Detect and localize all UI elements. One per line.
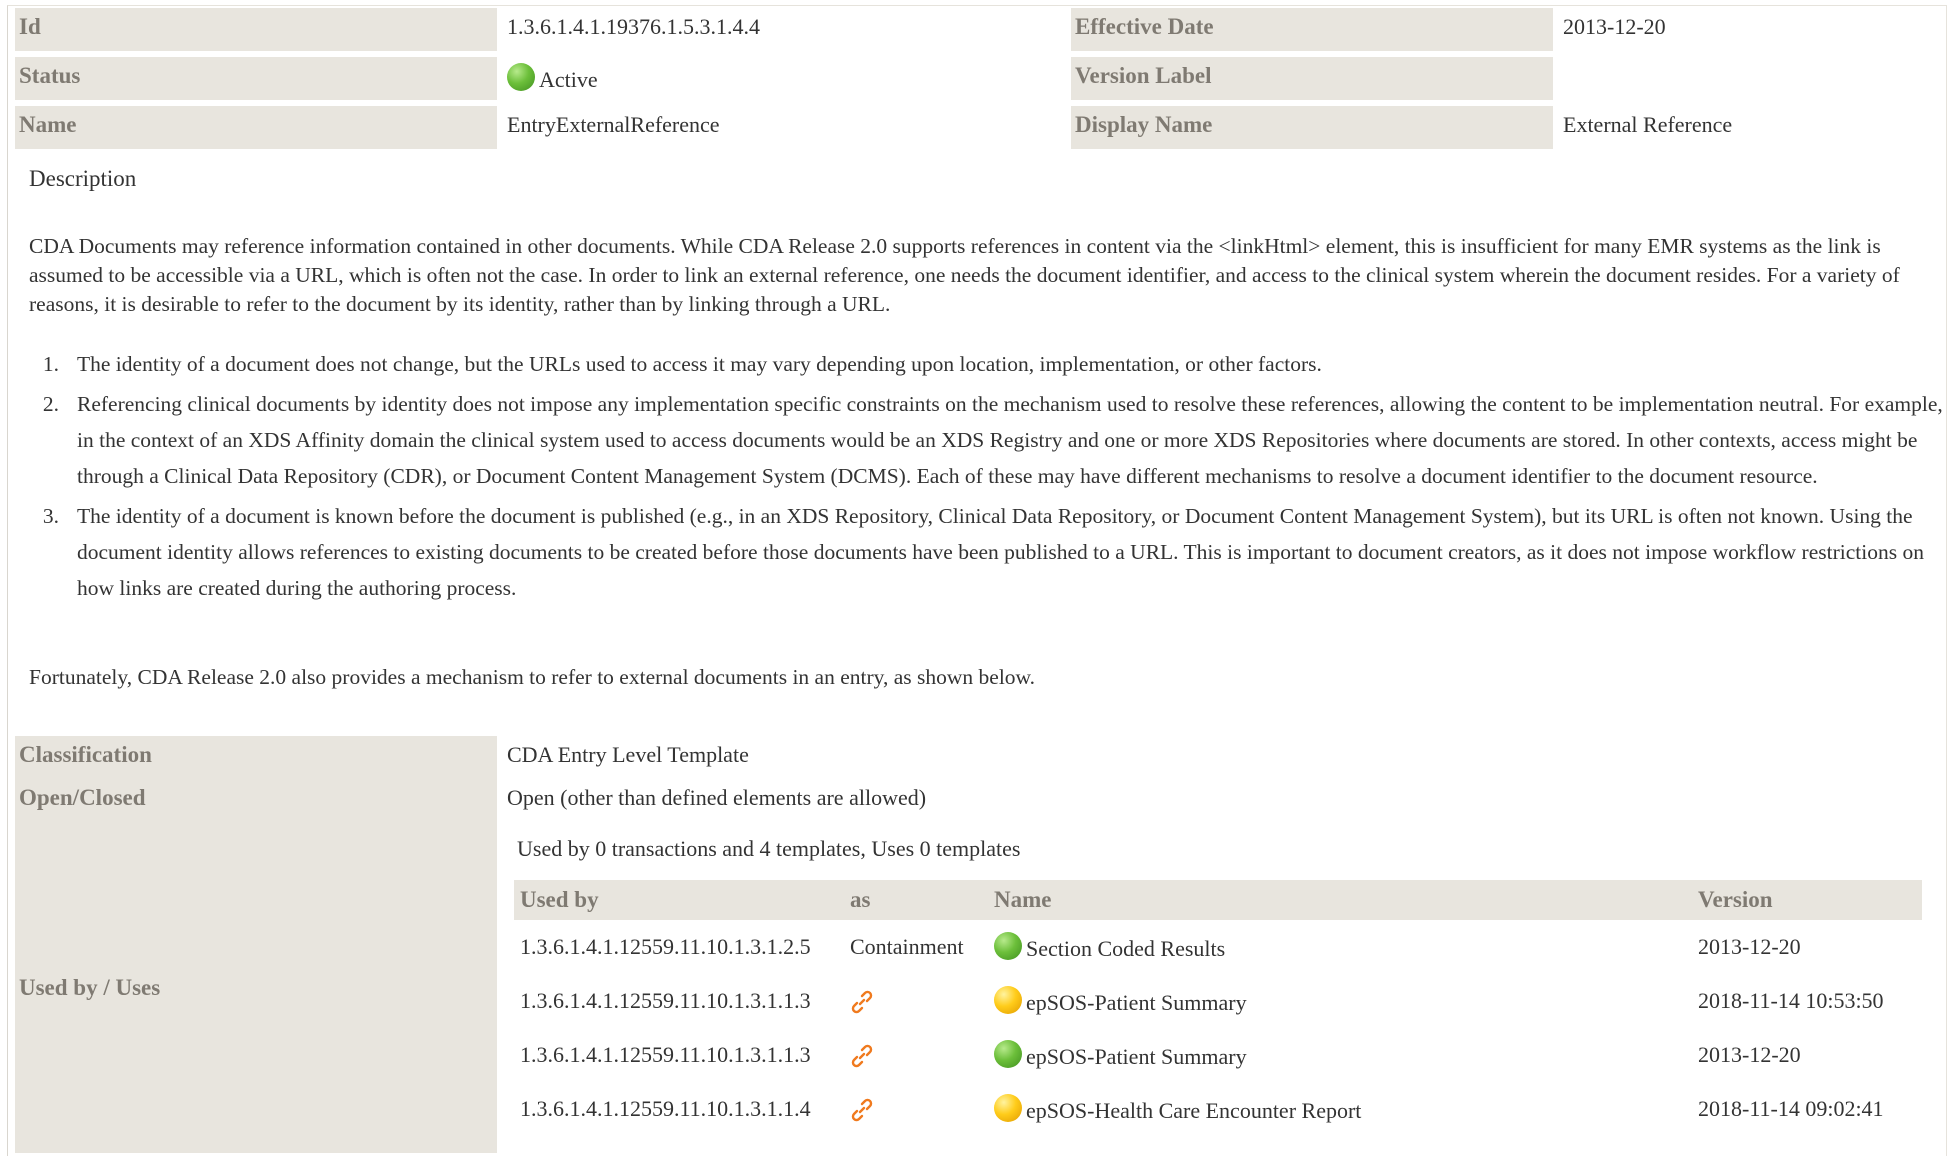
used-by-table: Used by as Name Version 1.3.6.1.4.1.1255… — [514, 880, 1922, 1136]
description-outro: Fortunately, CDA Release 2.0 also provid… — [29, 665, 1036, 689]
id-label: Id — [15, 8, 497, 51]
used-by-id: 1.3.6.1.4.1.12559.11.10.1.3.1.1.3 — [520, 988, 811, 1013]
status-active-icon — [994, 1040, 1022, 1068]
used-by-name-cell[interactable]: epSOS-Health Care Encounter Report — [988, 1082, 1692, 1136]
status-value-cell: Active — [497, 57, 1071, 100]
status-value: Active — [539, 67, 598, 92]
effective-date-value: 2013-12-20 — [1563, 14, 1666, 39]
used-by-as-cell[interactable] — [844, 1028, 988, 1082]
used-by-name[interactable]: epSOS-Patient Summary — [1026, 990, 1247, 1015]
used-by-summary: Used by 0 transactions and 4 templates, … — [517, 836, 1021, 861]
used-by-as-cell[interactable] — [844, 974, 988, 1028]
list-item: 3. The identity of a document is known be… — [42, 504, 1924, 600]
used-by-row: Used by / Uses Used by 0 transactions an… — [15, 822, 1937, 1153]
link-icon[interactable] — [850, 1098, 874, 1122]
name-value: EntryExternalReference — [507, 112, 720, 137]
used-by-name-cell[interactable]: epSOS-Patient Summary — [988, 974, 1692, 1028]
version-label-label: Version Label — [1071, 57, 1553, 100]
used-by-version: 2018-11-14 10:53:50 — [1698, 988, 1884, 1013]
used-by-id: 1.3.6.1.4.1.12559.11.10.1.3.1.2.5 — [520, 934, 811, 959]
used-by-version: 2013-12-20 — [1698, 934, 1801, 959]
open-closed-value: Open (other than defined elements are al… — [507, 785, 927, 810]
status-active-icon — [507, 63, 535, 91]
list-item: 1. The identity of a document does not ch… — [42, 352, 1322, 376]
used-by-name[interactable]: epSOS-Patient Summary — [1026, 1044, 1247, 1069]
description-heading: Description — [29, 166, 137, 191]
status-label: Status — [15, 57, 497, 100]
name-row: Name EntryExternalReference Display Name… — [15, 106, 1948, 149]
used-by-name[interactable]: epSOS-Health Care Encounter Report — [1026, 1098, 1361, 1123]
id-row: Id 1.3.6.1.4.1.19376.1.5.3.1.4.4 Effecti… — [15, 8, 1948, 51]
open-closed-label: Open/Closed — [15, 779, 497, 822]
status-active-icon — [994, 932, 1022, 960]
used-by-version: 2013-12-20 — [1698, 1042, 1801, 1067]
description-list: 1. The identity of a document does not ch… — [29, 346, 1948, 610]
used-by-label: Used by / Uses — [15, 822, 497, 1153]
col-as: as — [844, 880, 988, 920]
used-by-id: 1.3.6.1.4.1.12559.11.10.1.3.1.1.4 — [520, 1096, 811, 1121]
used-by-id: 1.3.6.1.4.1.12559.11.10.1.3.1.1.3 — [520, 1042, 811, 1067]
description-intro: CDA Documents may reference information … — [29, 234, 1900, 316]
classification-row: Classification CDA Entry Level Template — [15, 736, 1897, 779]
effective-date-label: Effective Date — [1071, 8, 1553, 51]
used-by-name[interactable]: Section Coded Results — [1026, 936, 1225, 961]
display-name-label: Display Name — [1071, 106, 1553, 149]
table-row: 1.3.6.1.4.1.12559.11.10.1.3.1.1.3 epSOS-… — [514, 974, 1922, 1028]
table-row: 1.3.6.1.4.1.12559.11.10.1.3.1.2.5 Contai… — [514, 920, 1922, 974]
name-label: Name — [15, 106, 497, 149]
col-used-by: Used by — [514, 880, 844, 920]
used-by-name-cell[interactable]: Section Coded Results — [988, 920, 1692, 974]
link-icon[interactable] — [850, 1044, 874, 1068]
used-by-as: Containment — [850, 934, 964, 959]
col-name: Name — [988, 880, 1692, 920]
col-version: Version — [1692, 880, 1922, 920]
status-draft-icon — [994, 986, 1022, 1014]
table-row: 1.3.6.1.4.1.12559.11.10.1.3.1.1.4 epSOS-… — [514, 1082, 1922, 1136]
classification-label: Classification — [15, 736, 497, 779]
used-by-version: 2018-11-14 09:02:41 — [1698, 1096, 1884, 1121]
link-icon[interactable] — [850, 990, 874, 1014]
status-draft-icon — [994, 1094, 1022, 1122]
status-row: Status Active Version Label — [15, 57, 1948, 100]
open-closed-row: Open/Closed Open (other than defined ele… — [15, 779, 1897, 822]
used-by-as-cell[interactable] — [844, 1082, 988, 1136]
id-value: 1.3.6.1.4.1.19376.1.5.3.1.4.4 — [507, 14, 760, 39]
list-item: 2. Referencing clinical documents by iden… — [42, 392, 1943, 488]
table-row: 1.3.6.1.4.1.12559.11.10.1.3.1.1.3 epSOS-… — [514, 1028, 1922, 1082]
display-name-value: External Reference — [1563, 112, 1733, 137]
used-by-content: Used by 0 transactions and 4 templates, … — [497, 822, 1937, 1153]
used-by-name-cell[interactable]: epSOS-Patient Summary — [988, 1028, 1692, 1082]
version-label-value — [1553, 57, 1948, 100]
table-header-row: Used by as Name Version — [514, 880, 1922, 920]
classification-value: CDA Entry Level Template — [507, 742, 749, 767]
